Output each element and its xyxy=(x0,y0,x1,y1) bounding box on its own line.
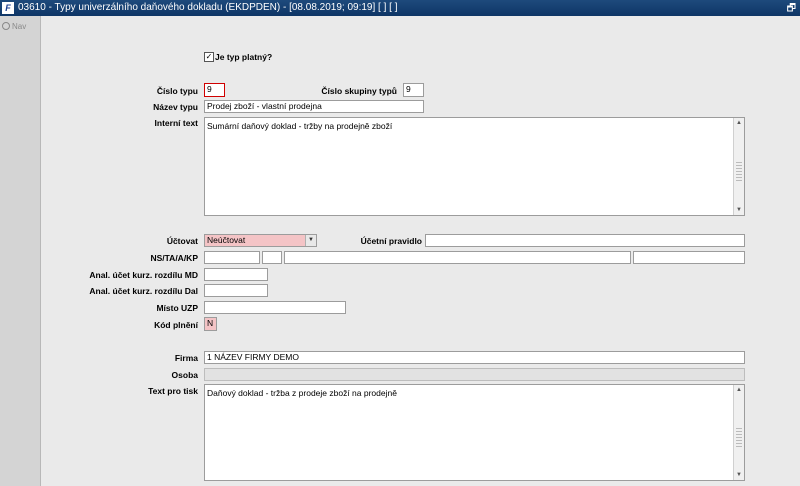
nav-label: Nav xyxy=(12,22,27,31)
scroll-down-icon[interactable]: ▼ xyxy=(734,205,744,215)
window-titlebar: F 03610 - Typy univerzálního daňového do… xyxy=(0,0,800,16)
navigation-icon xyxy=(2,22,10,30)
scroll-up-icon[interactable]: ▲ xyxy=(734,118,744,128)
type-number-input[interactable]: 9 xyxy=(204,83,225,97)
anal-md-label: Anal. účet kurz. rozdílu MD xyxy=(89,270,198,280)
window-title: 03610 - Typy univerzálního daňového dokl… xyxy=(18,2,398,13)
print-text-label: Text pro tisk xyxy=(148,386,198,396)
sidebar: Nav xyxy=(0,16,41,486)
internal-text-scrollbar[interactable]: ▲ ▼ xyxy=(733,118,744,215)
nav-button[interactable]: Nav xyxy=(2,22,26,31)
person-label: Osoba xyxy=(171,370,198,380)
anal-md-input[interactable] xyxy=(204,268,268,281)
account-label: Účtovat xyxy=(166,236,198,246)
scroll-up-icon[interactable]: ▲ xyxy=(734,385,744,395)
internal-text-value: Sumární daňový doklad - tržby na prodejn… xyxy=(207,121,393,131)
internal-text-label: Interní text xyxy=(154,118,198,128)
ns-input[interactable] xyxy=(204,251,260,264)
valid-type-label: Je typ platný? xyxy=(215,52,273,62)
group-number-label: Číslo skupiny typů xyxy=(321,86,397,96)
print-text-value: Daňový doklad - tržba z prodeje zboží na… xyxy=(207,388,397,398)
person-input[interactable] xyxy=(204,368,745,381)
internal-text-area[interactable]: Sumární daňový doklad - tržby na prodejn… xyxy=(204,117,745,216)
type-name-label: Název typu xyxy=(153,102,198,112)
print-text-area[interactable]: Daňový doklad - tržba z prodeje zboží na… xyxy=(204,384,745,481)
account-select-value: Neúčtovat xyxy=(207,235,246,245)
company-input[interactable]: 1 NÁZEV FIRMY DEMO xyxy=(204,351,745,364)
valid-type-checkbox[interactable]: ✓ xyxy=(204,52,214,62)
a-input[interactable] xyxy=(284,251,631,264)
fulfillment-code-input[interactable]: N xyxy=(204,317,217,331)
group-number-input[interactable]: 9 xyxy=(403,83,424,97)
accounting-rule-input[interactable] xyxy=(425,234,745,247)
ta-input[interactable] xyxy=(262,251,282,264)
anal-dal-label: Anal. účet kurz. rozdílu Dal xyxy=(89,286,198,296)
print-text-scrollbar[interactable]: ▲ ▼ xyxy=(733,385,744,480)
company-label: Firma xyxy=(174,353,198,363)
type-number-label: Číslo typu xyxy=(156,86,198,96)
type-name-input[interactable]: Prodej zboží - vlastní prodejna xyxy=(204,100,424,113)
restore-window-icon[interactable]: 🗗 xyxy=(787,1,796,18)
anal-dal-input[interactable] xyxy=(204,284,268,297)
scroll-grip[interactable] xyxy=(736,161,742,182)
kp-input[interactable] xyxy=(633,251,745,264)
scroll-down-icon[interactable]: ▼ xyxy=(734,470,744,480)
account-select[interactable]: Neúčtovat ▼ xyxy=(204,234,317,247)
uzp-place-label: Místo UZP xyxy=(156,303,198,313)
fulfillment-code-label: Kód plnění xyxy=(154,320,198,330)
ns-ta-a-kp-label: NS/TA/A/KP xyxy=(150,253,198,263)
chevron-down-icon[interactable]: ▼ xyxy=(305,235,316,246)
accounting-rule-label: Účetní pravidlo xyxy=(360,236,422,246)
uzp-place-input[interactable] xyxy=(204,301,346,314)
app-logo-icon: F xyxy=(2,2,14,14)
scroll-grip[interactable] xyxy=(736,427,742,448)
